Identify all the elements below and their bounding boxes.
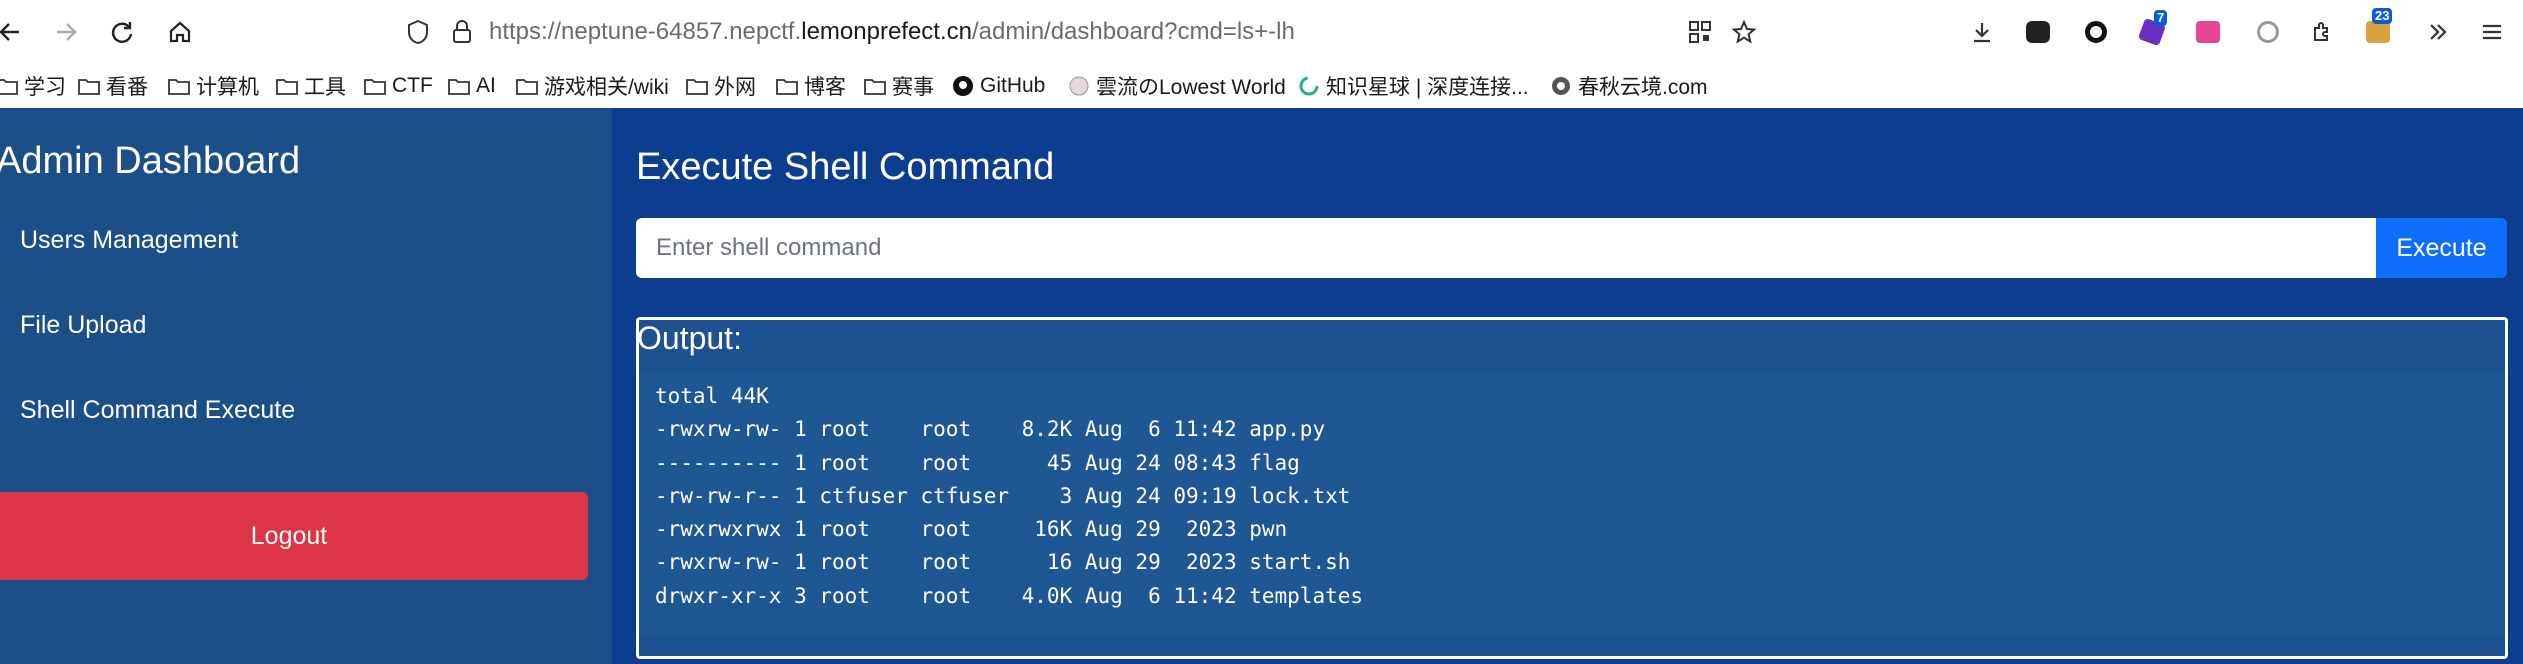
back-icon[interactable]	[0, 14, 28, 50]
folder-icon	[0, 79, 18, 95]
bookmark-folder[interactable]: 博客	[776, 72, 846, 100]
output-panel: Output: total 44K -rwxrw-rw- 1 root root …	[636, 317, 2508, 659]
extension-icon-2[interactable]	[2080, 16, 2112, 48]
bookmark-label: 工具	[304, 76, 346, 99]
folder-icon	[516, 79, 538, 95]
sidebar-link-file-upload[interactable]: File Upload	[20, 311, 146, 340]
folder-icon	[864, 79, 886, 95]
bookmark-folder[interactable]: 游戏相关/wiki	[516, 72, 669, 100]
bookmark-label: AI	[476, 74, 496, 97]
shield-icon[interactable]	[402, 16, 434, 48]
bookmarks-bar: 学习 看番 计算机 工具 CTF AI 游戏相关/wiki 外网 博客 赛事 G…	[0, 64, 2523, 108]
site-icon	[1069, 76, 1089, 96]
download-icon[interactable]	[1966, 16, 1998, 48]
github-icon	[953, 76, 973, 96]
bookmark-label: 学习	[24, 76, 66, 99]
bookmark-label: 游戏相关/wiki	[544, 76, 669, 99]
extension-icon-4[interactable]	[2252, 16, 2284, 48]
zsxq-icon	[1299, 76, 1319, 96]
home-icon[interactable]	[162, 14, 198, 50]
sidebar-title: Admin Dashboard	[0, 140, 301, 182]
output-line: -rwxrw-rw- 1 root root 8.2K Aug 6 11:42 …	[655, 417, 1326, 442]
extension-icon-5[interactable]: 23	[2362, 8, 2394, 48]
extension-icon-1[interactable]	[2022, 16, 2054, 48]
bookmark-zsxq[interactable]: 知识星球 | 深度连接...	[1298, 72, 1529, 100]
folder-icon	[364, 79, 386, 95]
extension-badge-2: 23	[2372, 8, 2393, 24]
output-line: -rwxrwxrwx 1 root root 16K Aug 29 2023 p…	[655, 517, 1288, 542]
output-line: ---------- 1 root root 45 Aug 24 08:43 f…	[655, 450, 1300, 475]
bookmark-folder[interactable]: AI	[448, 72, 496, 100]
sidebar: Admin Dashboard Users Management File Up…	[0, 108, 612, 664]
logout-button[interactable]: Logout	[0, 492, 588, 580]
url-path: /admin/dashboard?cmd=ls+-lh	[972, 18, 1295, 45]
site-icon	[1552, 77, 1570, 95]
url-host: lemonprefect.cn	[801, 18, 972, 45]
forward-icon[interactable]	[48, 14, 84, 50]
bookmark-chunqiu[interactable]: 春秋云境.com	[1550, 72, 1708, 100]
bookmark-label: 博客	[804, 76, 846, 99]
execute-button[interactable]: Execute	[2376, 218, 2507, 278]
output-line: drwxr-xr-x 3 root root 4.0K Aug 6 11:42 …	[655, 583, 1364, 608]
folder-icon	[168, 79, 190, 95]
bookmark-label: 春秋云境.com	[1578, 76, 1708, 99]
output-console: total 44K -rwxrw-rw- 1 root root 8.2K Aug…	[639, 372, 2505, 636]
folder-icon	[686, 79, 708, 95]
bookmark-folder[interactable]: 工具	[276, 72, 346, 100]
reload-icon[interactable]	[104, 14, 140, 50]
output-line: -rwxrw-rw- 1 root root 16 Aug 29 2023 st…	[655, 550, 1351, 575]
bookmark-label: 赛事	[892, 76, 934, 99]
bookmark-label: 外网	[714, 76, 756, 99]
page-title: Execute Shell Command	[636, 146, 1055, 188]
bookmark-folder[interactable]: 外网	[686, 72, 756, 100]
extensions-puzzle-icon[interactable]	[2306, 16, 2338, 48]
bookmark-folder[interactable]: 学习	[0, 72, 66, 100]
folder-icon	[276, 79, 298, 95]
sidebar-link-users-management[interactable]: Users Management	[20, 226, 238, 255]
folder-icon	[776, 79, 798, 95]
folder-icon	[78, 79, 100, 95]
star-icon[interactable]	[1728, 16, 1760, 48]
bookmark-folder[interactable]: 赛事	[864, 72, 934, 100]
bookmark-github[interactable]: GitHub	[952, 72, 1045, 100]
bookmark-folder[interactable]: 看番	[78, 72, 148, 100]
translate-extension-icon[interactable]	[2192, 16, 2224, 48]
bookmark-lowest-world[interactable]: 雲流のLowest World	[1068, 72, 1286, 100]
sidebar-link-shell-command-execute[interactable]: Shell Command Execute	[20, 396, 295, 425]
qr-code-icon[interactable]	[1684, 16, 1716, 48]
bookmark-label: 看番	[106, 76, 148, 99]
output-label: Output:	[637, 320, 742, 356]
overflow-chevron-icon[interactable]	[2422, 16, 2454, 48]
menu-icon[interactable]	[2476, 16, 2508, 48]
bookmark-label: CTF	[392, 74, 433, 97]
app-container: Admin Dashboard Users Management File Up…	[0, 108, 2523, 664]
browser-toolbar: https://neptune-64857.nepctf.lemonprefec…	[0, 0, 2523, 64]
bookmark-label: GitHub	[980, 74, 1046, 97]
lock-icon[interactable]	[446, 16, 478, 48]
folder-icon	[448, 79, 470, 95]
bookmark-label: 知识星球 | 深度连接...	[1326, 76, 1529, 99]
url-bar[interactable]: https://neptune-64857.nepctf.lemonprefec…	[489, 18, 1295, 46]
extension-icon-3[interactable]: 7	[2136, 10, 2168, 48]
output-line: total 44K	[655, 384, 769, 408]
extension-badge-1: 7	[2154, 10, 2168, 26]
bookmark-folder[interactable]: CTF	[364, 72, 433, 100]
bookmark-label: 雲流のLowest World	[1096, 76, 1286, 99]
bookmark-folder[interactable]: 计算机	[168, 72, 259, 100]
output-line: -rw-rw-r-- 1 ctfuser ctfuser 3 Aug 24 09…	[655, 483, 1351, 508]
bookmark-label: 计算机	[196, 76, 259, 99]
shell-command-input[interactable]	[636, 218, 2376, 278]
url-prefix: https://neptune-64857.nepctf.	[489, 18, 802, 45]
